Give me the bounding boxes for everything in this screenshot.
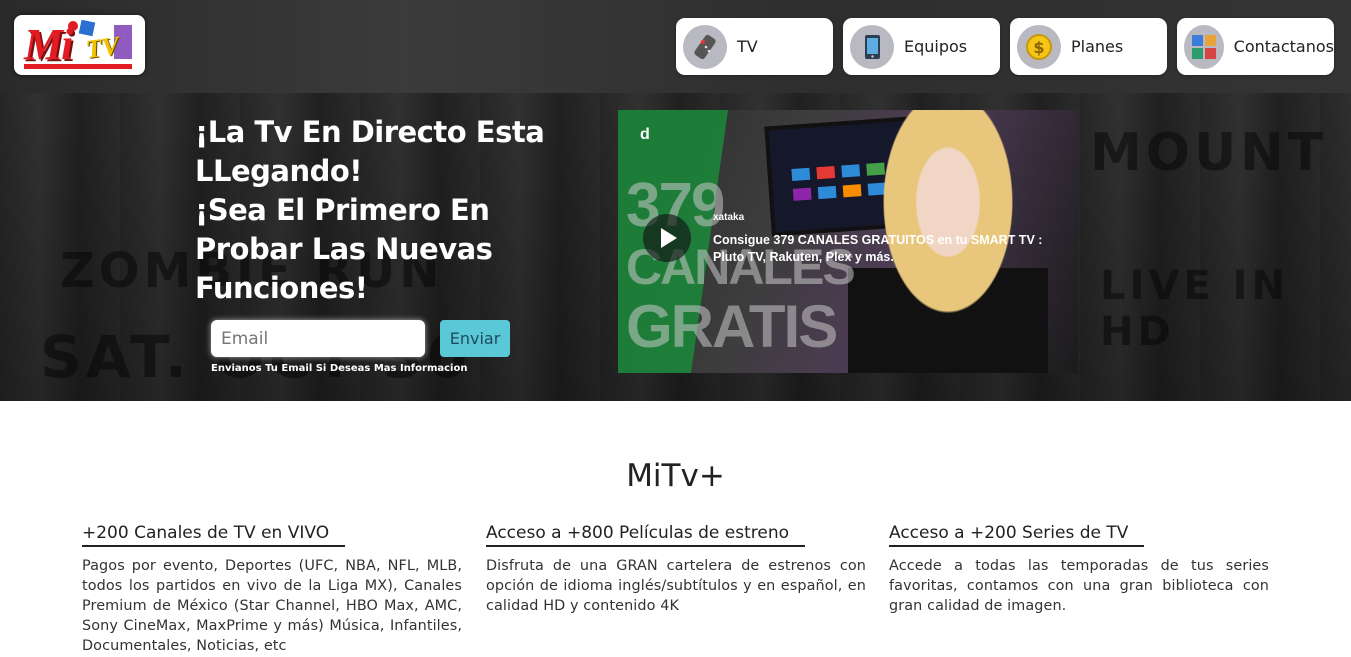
feature-text: Accede a todas las temporadas de tus ser… — [889, 558, 1269, 614]
hero-title-line: Probar Las Nuevas — [195, 232, 493, 266]
hero-title-line: ¡Sea El Primero En — [195, 193, 490, 227]
play-icon[interactable] — [643, 214, 691, 262]
channel-logo: d — [640, 126, 650, 143]
nav-tv-button[interactable]: TV — [676, 18, 833, 75]
logo-mi-text: Mi — [24, 20, 73, 69]
video-channel[interactable]: xataka — [713, 212, 744, 223]
nav-tv-label: TV — [737, 37, 758, 56]
coin-icon: $ — [1017, 24, 1061, 69]
feature-series: Acceso a +200 Series de TV Accede a toda… — [889, 523, 1269, 616]
tablet-icon — [850, 24, 894, 69]
feature-movies: Acceso a +800 Películas de estreno Disfr… — [486, 523, 866, 616]
logo-tv-text: TV — [84, 30, 122, 65]
hero-section: SAT. OCT 30 ZOMBIE RUN MOUNT LIVE IN HD … — [0, 93, 1351, 401]
remote-icon — [683, 24, 727, 69]
nav-contactanos-label: Contactanos — [1233, 37, 1334, 56]
nav-contactanos-button[interactable]: Contactanos — [1177, 18, 1334, 75]
video-embed[interactable]: 379 CANALES GRATIS d xataka Consigue 379… — [618, 110, 1078, 373]
nav-planes-button[interactable]: $ Planes — [1010, 18, 1167, 75]
feature-channels: +200 Canales de TV en VIVO Pagos por eve… — [82, 523, 462, 656]
email-input[interactable] — [211, 320, 425, 357]
send-button[interactable]: Enviar — [440, 320, 510, 357]
mitv-logo[interactable]: Mi TV — [14, 15, 145, 75]
video-title[interactable]: Consigue 379 CANALES GRATUITOS en tu SMA… — [713, 232, 1063, 266]
features-title: MiTv+ — [626, 458, 725, 494]
feature-text: Pagos por evento, Deportes (UFC, NBA, NF… — [82, 558, 462, 654]
feature-title: +200 Canales de TV en VIVO — [82, 523, 346, 547]
nav-equipos-button[interactable]: Equipos — [843, 18, 1000, 75]
thumbnail-big-text: GRATIS — [626, 293, 838, 360]
nav-equipos-label: Equipos — [904, 37, 968, 56]
email-hint: Envianos Tu Email Si Deseas Mas Informac… — [211, 363, 468, 374]
hero-title-line: LLegando! — [195, 154, 363, 188]
hero-title: ¡La Tv En Directo Esta LLegando! ¡Sea El… — [195, 113, 595, 308]
feature-text: Disfruta de una GRAN cartelera de estren… — [486, 558, 866, 614]
site-header: Mi TV TV Equipos $ Planes Contactanos — [0, 0, 1351, 93]
hero-title-line: Funciones! — [195, 271, 368, 305]
svg-text:$: $ — [1033, 38, 1044, 57]
feature-title: Acceso a +200 Series de TV — [889, 523, 1145, 547]
nav-planes-label: Planes — [1071, 37, 1124, 56]
contact-icon — [1184, 24, 1224, 69]
feature-title: Acceso a +800 Películas de estreno — [486, 523, 806, 547]
hero-title-line: ¡La Tv En Directo Esta — [195, 115, 545, 149]
logo-underline — [24, 64, 132, 69]
